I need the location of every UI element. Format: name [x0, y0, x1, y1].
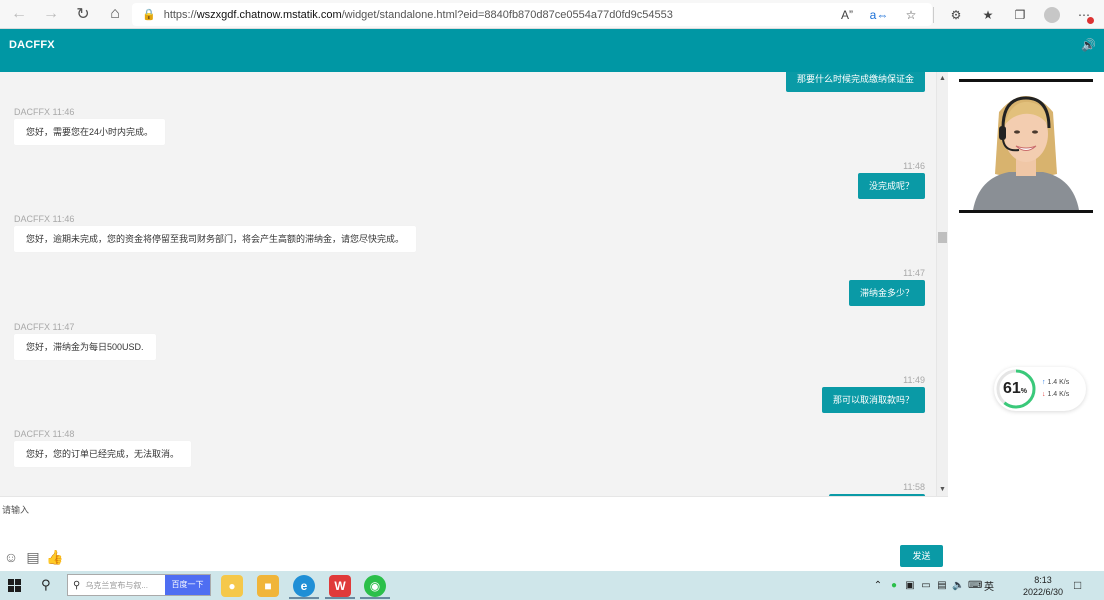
network-speed-widget[interactable]: 61% ↑ 1.4 K/s ↓ 1.4 K/s	[994, 367, 1086, 411]
profile-avatar-icon[interactable]	[1038, 3, 1066, 26]
browser-toolbar: ← → ↻ ⌂ 🔒 https://wszxgdf.chatnow.mstati…	[0, 0, 1104, 29]
message-meta: 11:58	[903, 482, 925, 492]
image-icon[interactable]: ▤	[25, 549, 41, 565]
edge-icon[interactable]: e	[293, 575, 315, 597]
taskbar-search-box[interactable]: ⚲ 乌克兰宣布与叙... 百度一下	[67, 574, 211, 596]
lock-icon: 🔒	[142, 9, 156, 21]
read-aloud-icon[interactable]: A”	[833, 3, 861, 26]
upload-speed: ↑ 1.4 K/s	[1042, 379, 1070, 386]
message-outgoing: 没完成呢？	[857, 173, 925, 199]
notification-icon[interactable]: □	[1074, 578, 1081, 592]
active-app-indicator	[289, 597, 319, 599]
scroll-up-icon[interactable]: ▲	[939, 75, 946, 82]
thumbs-up-icon[interactable]: 👍	[46, 549, 63, 565]
more-menu-icon[interactable]: ⋯	[1070, 3, 1098, 26]
windows-start-icon[interactable]	[8, 579, 21, 592]
browser-right-icons: A” a⇔ ☆ ⚙ ★ ❐ ⋯	[833, 3, 1098, 26]
scrollbar-thumb[interactable]	[938, 232, 947, 243]
refresh-icon[interactable]: ↻	[70, 1, 96, 27]
keyboard-icon[interactable]: ⌨	[968, 580, 982, 591]
system-tray: ⌃ ● ▣ ▭ ▤ 🔈 ⌨ 英	[872, 571, 994, 600]
message-meta: 11:46	[903, 161, 925, 171]
speed-percent: 61%	[1003, 380, 1028, 397]
agent-avatar-illustration	[959, 82, 1093, 210]
message-meta: DACFFX 11:48	[14, 429, 75, 439]
download-arrow-icon: ↓	[1042, 391, 1046, 398]
baidu-search-button[interactable]: 百度一下	[165, 575, 210, 595]
url-host: wszxgdf.chatnow.mstatik.com	[196, 8, 342, 21]
back-icon[interactable]: ←	[6, 1, 32, 27]
translate-icon[interactable]: a⇔	[865, 3, 893, 26]
clock-date: 2022/6/30	[1022, 587, 1064, 597]
message-incoming: 您好，需要您在24小时内完成。	[14, 119, 166, 145]
speaker-icon[interactable]: 🔊	[1081, 38, 1096, 52]
separator	[933, 6, 934, 23]
tray-app-icon[interactable]: ●	[888, 580, 900, 591]
message-meta: 11:47	[903, 268, 925, 278]
wps-icon[interactable]: W	[329, 575, 351, 597]
message-meta: DACFFX 11:46	[14, 214, 75, 224]
taskbar-search-input[interactable]: 乌克兰宣布与叙...	[85, 580, 165, 591]
running-app-indicator	[325, 597, 355, 599]
browser-app-icon[interactable]: ●	[221, 575, 243, 597]
download-speed: ↓ 1.4 K/s	[1042, 391, 1070, 398]
wechat-icon[interactable]: ◉	[364, 575, 386, 597]
app-title: DACFFX	[9, 39, 55, 51]
message-incoming: 您好，您的订单已经完成，无法取消。	[14, 441, 192, 467]
running-app-indicator	[360, 597, 390, 599]
extensions-icon[interactable]: ⚙	[942, 3, 970, 26]
forward-icon[interactable]: →	[38, 1, 64, 27]
magnifier-icon: ⚲	[73, 579, 81, 591]
chat-header: DACFFX 🔊	[0, 29, 1104, 72]
message-incoming: 您好，逾期未完成，您的资金将停留至我司财务部门，将会产生高额的滞纳金，请您尽快完…	[14, 226, 417, 252]
message-meta: DACFFX 11:46	[14, 107, 75, 117]
message-outgoing: 那可以取消取款吗？	[821, 387, 925, 413]
taskbar-clock[interactable]: 8:13 2022/6/30	[1018, 574, 1068, 598]
clock-time: 8:13	[1034, 575, 1052, 585]
agent-photo	[959, 79, 1093, 213]
message-meta: 11:49	[903, 375, 925, 385]
composer-tools: ☺ ▤ 👍	[3, 549, 64, 566]
message-input[interactable]: 请输入	[2, 503, 29, 516]
home-icon[interactable]: ⌂	[102, 1, 128, 27]
file-explorer-icon[interactable]: ■	[257, 575, 279, 597]
emoji-icon[interactable]: ☺	[3, 549, 19, 565]
scroll-down-icon[interactable]: ▼	[939, 486, 946, 493]
url-prefix: https://	[163, 8, 197, 21]
url-path: /widget/standalone.html?eid=8840fb870d87…	[341, 8, 673, 21]
monitor-icon[interactable]: ▭	[920, 580, 932, 591]
message-outgoing: 那要什么时候完成缴纳保证金	[785, 72, 925, 92]
tray-network-tool-icon[interactable]: ▣	[904, 580, 916, 591]
message-composer[interactable]: 请输入 ☺ ▤ 👍 发送	[0, 496, 948, 571]
message-meta: DACFFX 11:47	[14, 322, 75, 332]
upload-arrow-icon: ↑	[1042, 379, 1046, 386]
network-icon[interactable]: ▤	[936, 580, 948, 591]
chat-messages[interactable]: 那要什么时候完成缴纳保证金 DACFFX 11:46 您好，需要您在24小时内完…	[0, 72, 936, 496]
chat-scrollbar[interactable]: ▲ ▼	[936, 72, 948, 496]
message-outgoing: 滞纳金多少？	[848, 280, 925, 306]
search-icon[interactable]: ⚲	[41, 577, 51, 593]
message-incoming: 您好，滞纳金为每日500USD.	[14, 334, 156, 360]
favorite-add-icon[interactable]: ☆	[897, 3, 925, 26]
collections-icon[interactable]: ❐	[1006, 3, 1034, 26]
send-button[interactable]: 发送	[900, 545, 943, 567]
favorites-icon[interactable]: ★	[974, 3, 1002, 26]
windows-taskbar: ⚲ ⚲ 乌克兰宣布与叙... 百度一下 ● ■ e W ◉ ⌃ ● ▣ ▭ ▤ …	[0, 571, 1104, 600]
chevron-up-icon[interactable]: ⌃	[872, 580, 884, 591]
agent-panel: 61% ↑ 1.4 K/s ↓ 1.4 K/s	[948, 72, 1104, 571]
volume-icon[interactable]: 🔈	[952, 580, 964, 591]
address-bar[interactable]: 🔒 https://wszxgdf.chatnow.mstatik.com/wi…	[132, 3, 932, 26]
ime-indicator[interactable]: 英	[984, 578, 994, 593]
